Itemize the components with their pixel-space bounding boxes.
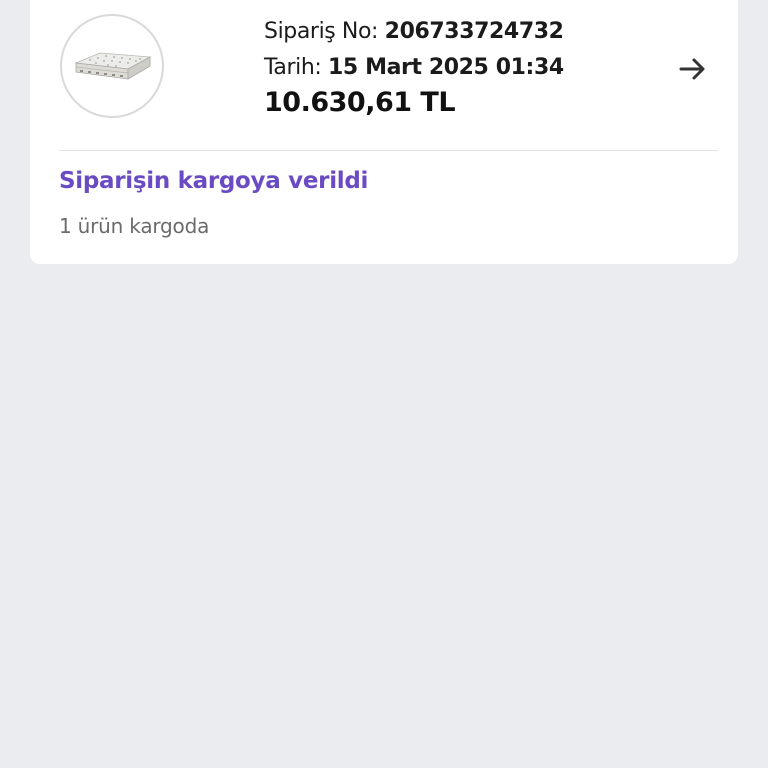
divider <box>59 150 718 151</box>
mattress-image-icon <box>74 52 152 80</box>
shipment-substatus: 1 ürün kargoda <box>59 214 210 238</box>
order-info: Sipariş No: 206733724732 Tarih: 15 Mart … <box>264 14 564 120</box>
order-total: 10.630,61 TL <box>264 87 456 118</box>
order-detail-button[interactable] <box>676 52 710 86</box>
shipment-status[interactable]: Siparişin kargoya verildi <box>59 168 368 194</box>
order-number-row: Sipariş No: 206733724732 <box>264 14 564 50</box>
order-card[interactable]: Sipariş No: 206733724732 Tarih: 15 Mart … <box>30 0 738 264</box>
order-date-row: Tarih: 15 Mart 2025 01:34 <box>264 50 564 86</box>
order-date-value: 15 Mart 2025 01:34 <box>328 55 564 80</box>
order-number-label: Sipariş No: <box>264 19 379 44</box>
product-thumbnail[interactable] <box>60 14 164 118</box>
order-date-label: Tarih: <box>264 55 322 80</box>
arrow-right-icon <box>679 58 705 80</box>
order-number-value: 206733724732 <box>384 19 564 44</box>
